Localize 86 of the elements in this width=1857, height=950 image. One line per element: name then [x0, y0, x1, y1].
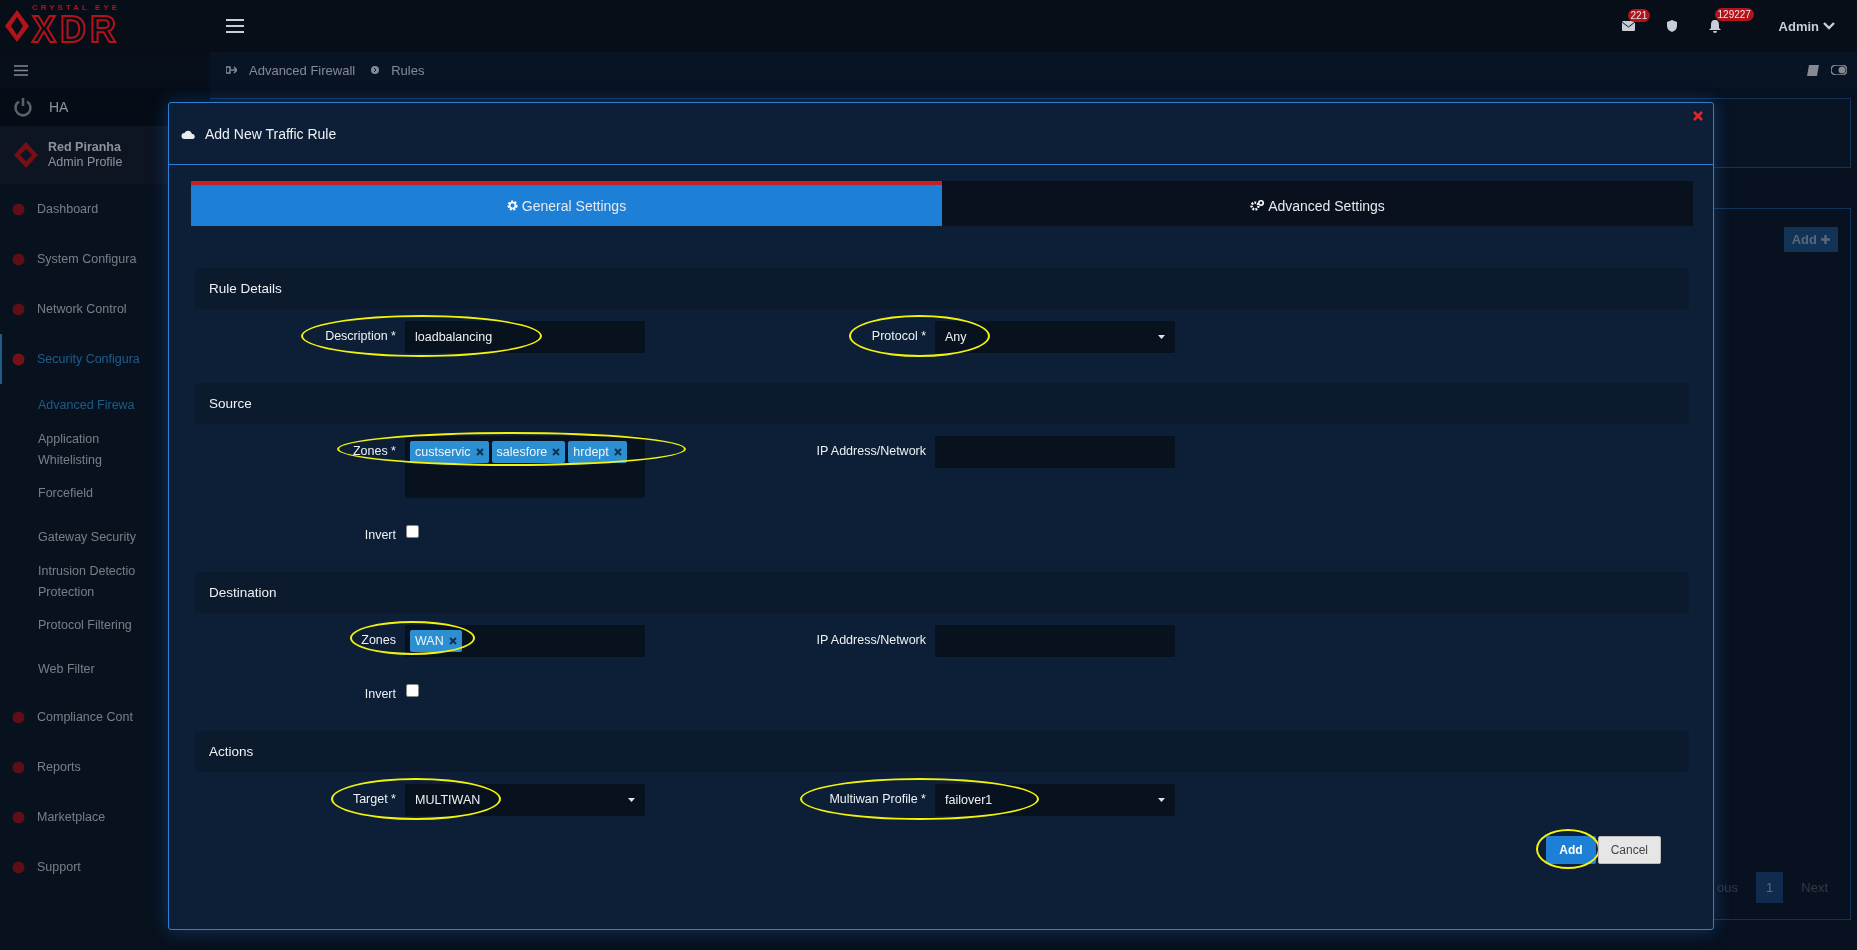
zone-tag[interactable]: hrdept [568, 441, 627, 463]
zone-tag[interactable]: WAN [410, 630, 462, 652]
profile-role: Admin Profile [48, 155, 123, 170]
diamond-logo-icon [14, 142, 38, 168]
cancel-button[interactable]: Cancel [1597, 836, 1661, 864]
sidebar-subitem[interactable]: Advanced Firewa [38, 384, 158, 428]
modal-title: Add New Traffic Rule [205, 125, 337, 142]
field-label: Zones * [351, 443, 396, 458]
field-label: Invert [363, 527, 396, 542]
circle-icon [12, 760, 25, 774]
circle-icon [12, 202, 25, 216]
toggle-icon[interactable] [1831, 65, 1847, 75]
gears-icon [1250, 200, 1265, 211]
circle-arrow-icon [371, 66, 380, 74]
circle-icon [12, 302, 25, 316]
pagination-item[interactable]: 1 [1756, 872, 1784, 903]
circle-icon [12, 810, 25, 824]
breadcrumb-link[interactable]: Advanced Firewall [249, 62, 356, 78]
field-label: Target * [351, 791, 396, 806]
section-header: Actions [195, 731, 1689, 772]
menu-icon[interactable] [226, 19, 244, 33]
remove-icon[interactable] [552, 448, 561, 456]
sidebar-item[interactable]: Marketplace [0, 792, 210, 842]
field-label: IP Address/Network [815, 443, 926, 458]
zone-tag[interactable]: salesfore [491, 441, 566, 463]
field-label: Zones [360, 632, 396, 647]
field-label: IP Address/Network [815, 632, 926, 647]
circle-icon [12, 860, 25, 874]
checkbox[interactable] [406, 684, 419, 697]
add-button[interactable]: Add [1546, 836, 1596, 864]
menu-icon[interactable] [14, 64, 28, 76]
diamond-logo-icon [4, 9, 30, 43]
shield-icon[interactable] [1666, 20, 1677, 32]
cloud-icon [181, 128, 195, 139]
bell-icon[interactable] [1708, 19, 1721, 33]
logo-wordmark: XDR [32, 12, 120, 48]
field-label: Invert [363, 686, 396, 701]
checkbox[interactable] [406, 525, 419, 538]
field-label: Multiwan Profile * [828, 791, 926, 806]
input-field[interactable]: loadbalancing [405, 321, 645, 353]
caret-icon [1158, 798, 1165, 802]
sidebar-subitem[interactable]: Gateway Security [38, 516, 158, 560]
tag-input-field[interactable]: custservic salesfore hrdept [405, 436, 645, 498]
sidebar-subitem[interactable]: Web Filter [38, 648, 158, 692]
input-field[interactable] [935, 436, 1175, 468]
user-menu[interactable]: Admin [1772, 17, 1841, 35]
ha-label: HA [49, 99, 69, 115]
sidebar-subitem[interactable]: Intrusion Detectio Protection [38, 560, 158, 604]
remove-icon[interactable] [613, 448, 622, 456]
notification-badge: 129227 [1714, 7, 1754, 21]
input-field[interactable] [935, 625, 1175, 657]
gear-icon [506, 200, 518, 211]
tag-input-field[interactable]: WAN [405, 625, 645, 657]
chevron-down-icon [1823, 22, 1835, 30]
select-field[interactable]: failover1 [935, 784, 1175, 816]
breadcrumb-link[interactable]: Rules [391, 62, 425, 78]
select-field[interactable]: Any [935, 321, 1175, 353]
section-header: Source [195, 383, 1689, 424]
tab[interactable]: Advanced Settings [942, 181, 1693, 226]
sidebar-item[interactable]: Support [0, 842, 210, 892]
plus-icon [1821, 235, 1830, 244]
select-field[interactable]: MULTIWAN [405, 784, 645, 816]
profile-name: Red Piranha [48, 140, 122, 155]
power-icon[interactable] [13, 97, 33, 117]
sidebar-subitem[interactable]: Protocol Filtering [38, 604, 158, 648]
sign-out-icon [226, 65, 237, 75]
section-header: Destination [195, 572, 1689, 613]
envelope-icon[interactable] [1621, 21, 1635, 31]
sidebar-subitem[interactable]: Forcefield [38, 472, 158, 516]
tab[interactable]: General Settings [191, 181, 942, 226]
caret-icon [628, 798, 635, 802]
close-icon[interactable] [1693, 111, 1703, 121]
zone-tag[interactable]: custservic [410, 441, 489, 463]
circle-icon [12, 352, 25, 366]
caret-icon [1158, 335, 1165, 339]
field-label: Protocol * [870, 328, 926, 343]
remove-icon[interactable] [475, 448, 484, 456]
circle-icon [12, 252, 25, 266]
sidebar-subitem[interactable]: Application Whitelisting [38, 428, 158, 472]
remove-icon[interactable] [448, 637, 457, 645]
notification-badge: 221 [1627, 9, 1651, 22]
book-icon[interactable] [1807, 64, 1819, 76]
circle-icon [12, 710, 25, 724]
section-header: Rule Details [195, 268, 1689, 309]
logo-tagline: CRYSTAL EYE [32, 4, 120, 12]
field-label: Description * [324, 328, 396, 343]
